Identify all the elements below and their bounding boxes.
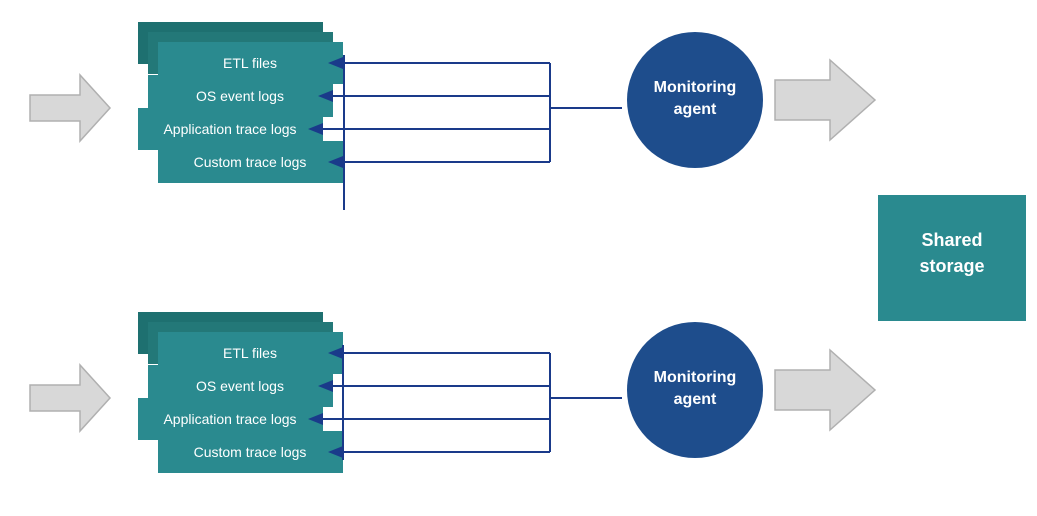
- input-arrow-1: [30, 75, 110, 141]
- agent-label2-row2: agent: [674, 391, 717, 408]
- agent-label2-row1: agent: [674, 101, 717, 118]
- output-arrow-row1: [775, 60, 875, 140]
- app-logs-label-row1: Application trace logs: [163, 121, 296, 137]
- app-logs-label-row2: Application trace logs: [163, 411, 296, 427]
- agent-label1-row1: Monitoring: [654, 79, 737, 96]
- shared-storage-label1: Shared: [921, 230, 982, 250]
- os-logs-label-row2: OS event logs: [196, 378, 284, 394]
- agent-circle-row1: [627, 32, 763, 168]
- custom-logs-label-row2: Custom trace logs: [194, 444, 307, 460]
- input-arrow-2: [30, 365, 110, 431]
- architecture-diagram: ETL files OS event logs Application trac…: [0, 0, 1037, 516]
- custom-logs-label-row1: Custom trace logs: [194, 154, 307, 170]
- etl-files-label-row2: ETL files: [223, 345, 277, 361]
- connector-v-row1: [343, 55, 345, 210]
- agent-label1-row2: Monitoring: [654, 369, 737, 386]
- shared-storage-label2: storage: [919, 256, 984, 276]
- etl-files-label-row1: ETL files: [223, 55, 277, 71]
- os-logs-label-row1: OS event logs: [196, 88, 284, 104]
- agent-circle-row2: [627, 322, 763, 458]
- output-arrow-row2: [775, 350, 875, 430]
